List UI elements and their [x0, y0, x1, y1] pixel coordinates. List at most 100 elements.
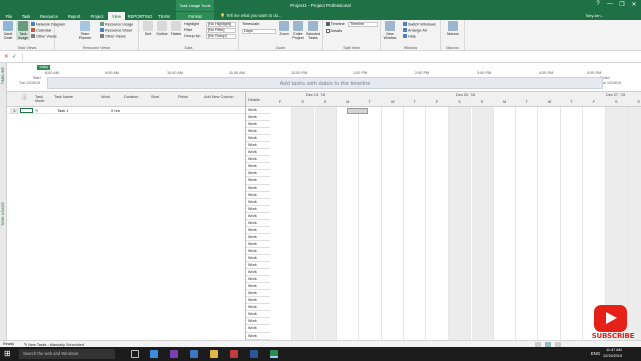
day-column[interactable] — [360, 107, 382, 340]
col-start[interactable]: Start — [151, 95, 159, 99]
task-usage-button[interactable]: Task Usage — [16, 21, 30, 40]
edge-icon[interactable] — [150, 350, 158, 358]
task-name-cell[interactable]: Task 1 — [57, 108, 69, 113]
file-explorer-icon[interactable] — [210, 350, 218, 358]
project-icon[interactable] — [270, 350, 278, 358]
maximize-button[interactable]: ❐ — [616, 1, 628, 8]
day-column[interactable] — [516, 107, 539, 340]
accept-entry-icon[interactable]: ✓ — [12, 54, 17, 60]
col-task-mode[interactable]: Task Mode — [35, 95, 47, 103]
day-column[interactable] — [314, 107, 337, 340]
day-column[interactable] — [427, 107, 449, 340]
tab-file[interactable]: File — [2, 12, 16, 20]
gantt-chart-button[interactable]: Gantt Chart — [1, 21, 15, 40]
language-indicator[interactable]: ENG — [591, 351, 600, 356]
entire-project-button[interactable]: Entire Project — [291, 21, 305, 40]
col-work[interactable]: Work — [101, 95, 110, 99]
day-column[interactable] — [471, 107, 494, 340]
work-row-label: Work — [246, 227, 270, 234]
calendar-button[interactable]: Calendar — [31, 28, 51, 33]
timeline-tick: 8:00 AM — [45, 71, 59, 75]
macros-button[interactable]: Macros — [446, 21, 460, 36]
day-column[interactable] — [337, 107, 360, 340]
tell-me-text: Tell me what you want to do... — [226, 13, 282, 18]
app-icon[interactable] — [190, 350, 198, 358]
other-resource-views-button[interactable]: Other Views — [100, 34, 126, 39]
group-window: New Window Switch Windows Arrange All Hi… — [381, 20, 441, 51]
zoom-button[interactable]: Zoom — [277, 21, 291, 36]
tell-me-input[interactable]: 💡 Tell me what you want to do... — [220, 13, 281, 19]
sort-button[interactable]: Sort — [141, 21, 155, 36]
visual-studio-icon[interactable] — [170, 350, 178, 358]
arrange-all-button[interactable]: Arrange All — [403, 28, 427, 33]
day-column[interactable] — [270, 107, 292, 340]
tab-format[interactable]: Format — [176, 12, 214, 20]
switch-windows-button[interactable]: Switch Windows — [403, 22, 436, 27]
resource-sheet-button[interactable]: Resource Sheet — [100, 28, 132, 33]
close-button[interactable]: ✕ — [628, 1, 640, 8]
day-column[interactable] — [449, 107, 472, 340]
minimize-button[interactable]: — — [604, 1, 616, 7]
col-task-name[interactable]: Task Name — [54, 95, 73, 99]
word-icon[interactable] — [250, 350, 258, 358]
tab-reporting[interactable]: REPORTING — [126, 12, 154, 20]
details-checkbox[interactable]: Details — [326, 29, 342, 34]
timeline-checkbox[interactable]: Timeline — [326, 22, 345, 27]
tab-view[interactable]: View — [108, 12, 125, 20]
day-label: W — [547, 100, 552, 104]
sort-icon — [143, 21, 153, 31]
day-label: S — [301, 100, 304, 104]
work-cell[interactable]: 0 hrs — [111, 108, 120, 113]
group-by-select[interactable]: [No Group] — [206, 34, 236, 39]
col-add-new[interactable]: Add New Column — [204, 95, 234, 99]
other-task-views-button[interactable]: Other Views — [31, 34, 57, 39]
team-planner-button[interactable]: Team Planner — [78, 21, 92, 40]
subscribe-overlay[interactable]: SUBSCRIBE — [586, 305, 640, 347]
work-row-label: Work — [246, 333, 270, 340]
day-column[interactable] — [539, 107, 561, 340]
timeline-pane[interactable]: Today Start Tue 12/15/15 Finish Tue 12/1… — [7, 63, 641, 92]
entry-input[interactable] — [22, 53, 639, 61]
app-icon[interactable] — [230, 350, 238, 358]
other-views-icon — [31, 34, 35, 38]
tab-team[interactable]: TEAM — [155, 12, 173, 20]
task-view-icon[interactable] — [131, 350, 139, 358]
macros-label: Macros — [447, 32, 459, 36]
outline-label: Outline — [156, 32, 168, 36]
filter-select[interactable]: [No Filter] — [206, 28, 236, 33]
day-column[interactable] — [494, 107, 516, 340]
selected-tasks-button[interactable]: Selected Tasks — [306, 21, 320, 40]
info-column-icon[interactable]: ⓘ — [22, 96, 27, 101]
hide-button[interactable]: Hide — [403, 34, 416, 39]
highlight-select[interactable]: [No Highlight] — [206, 22, 236, 27]
selected-usage-cell[interactable] — [347, 108, 368, 114]
clock-date[interactable]: 12/15/2015 — [603, 354, 622, 358]
day-column[interactable] — [404, 107, 427, 340]
taskbar-search[interactable]: Search the web and Windows — [19, 349, 115, 359]
day-column[interactable] — [292, 107, 315, 340]
selected-cell[interactable] — [20, 107, 33, 113]
clock-time[interactable]: 11:47 AM — [606, 348, 622, 352]
other-views-icon — [100, 34, 104, 38]
timeline-select[interactable]: Timeline — [348, 22, 378, 27]
outline-button[interactable]: Outline — [155, 21, 169, 36]
windows-start-icon[interactable]: ⊞ — [4, 349, 11, 358]
day-column[interactable] — [561, 107, 584, 340]
tab-project[interactable]: Project — [86, 12, 108, 20]
tab-resource[interactable]: Resource — [36, 12, 62, 20]
tables-button[interactable]: Tables — [169, 21, 183, 36]
timescale-select[interactable]: Days — [242, 29, 276, 34]
timeline-bar[interactable]: Add tasks with dates to the timeline — [47, 77, 603, 89]
task-mode-icon[interactable]: ✎ — [35, 108, 38, 113]
new-window-button[interactable]: New Window — [383, 21, 397, 40]
resource-usage-button[interactable]: Resource Usage — [100, 22, 133, 27]
cancel-entry-icon[interactable]: ✕ — [4, 54, 9, 60]
col-finish[interactable]: Finish — [178, 95, 188, 99]
day-column[interactable] — [382, 107, 404, 340]
col-duration[interactable]: Duration — [124, 95, 138, 99]
tab-report[interactable]: Report — [63, 12, 85, 20]
help-icon[interactable]: ? — [592, 1, 604, 7]
user-name[interactable]: Toby Arn... — [585, 13, 604, 18]
tab-task[interactable]: Task — [18, 12, 34, 20]
table-row[interactable]: 1 ✎ Task 1 0 hrs — [7, 107, 245, 114]
